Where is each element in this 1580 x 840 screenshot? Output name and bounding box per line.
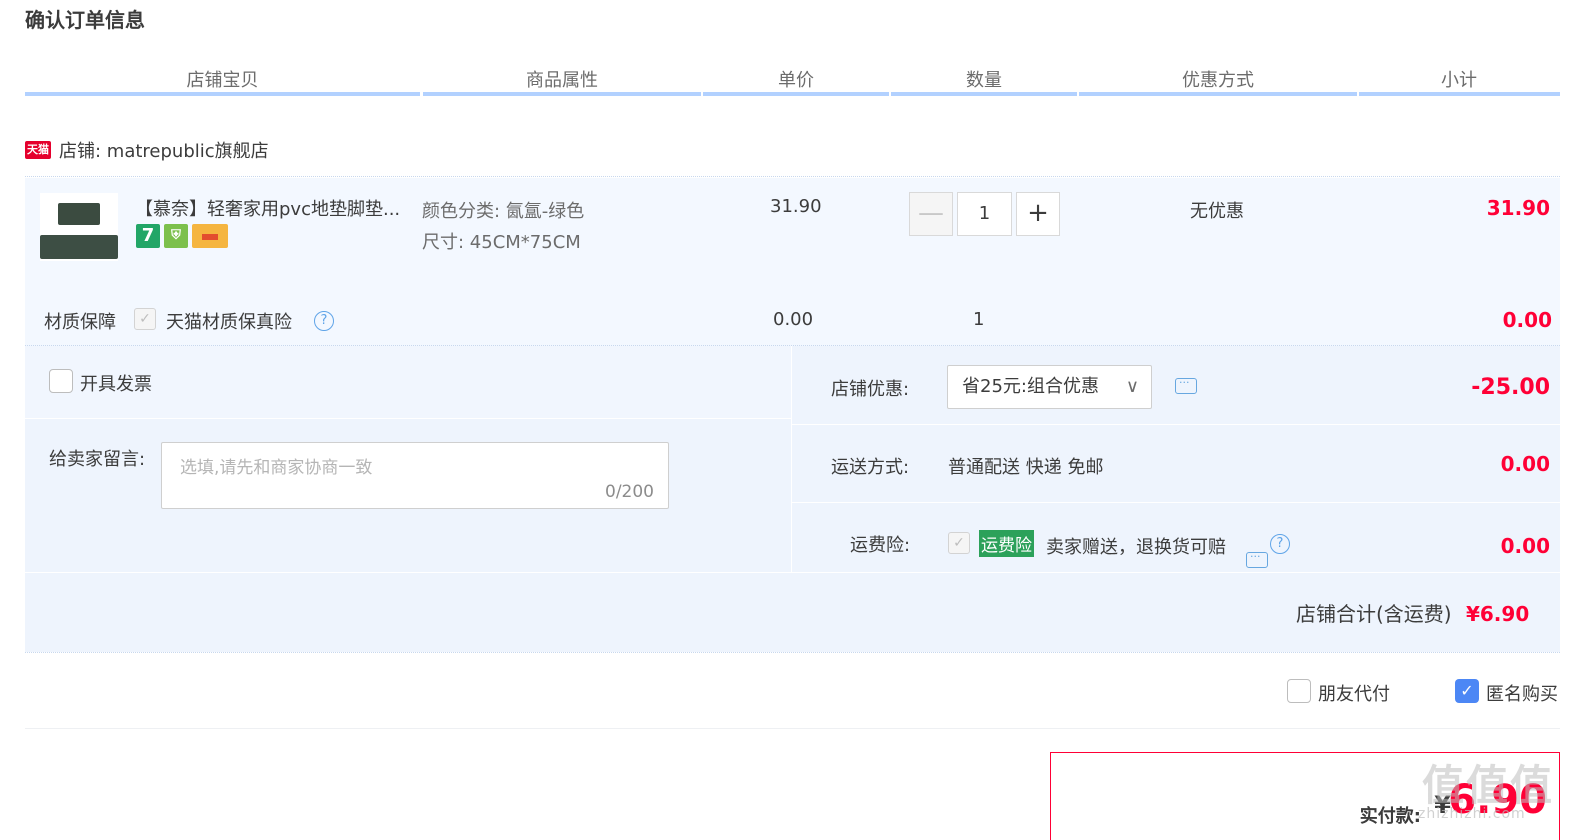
quantity-input[interactable]: 1 — [957, 192, 1012, 236]
quantity-stepper: — 1 + — [909, 192, 1060, 236]
insurance-name: 天猫材质保真险 — [166, 312, 292, 333]
product-title-link[interactable]: 【慕奈】轻奢家用pvc地垫脚垫... — [135, 195, 400, 221]
divider — [25, 728, 1560, 729]
divider — [25, 572, 1560, 573]
anonymous-checkbox[interactable]: ✓ — [1455, 679, 1479, 703]
friend-pay-checkbox[interactable] — [1287, 679, 1311, 703]
item-subtotal: 31.90 — [1486, 196, 1550, 220]
invoice-checkbox[interactable] — [49, 369, 73, 393]
header-divider — [1079, 92, 1357, 96]
shop-discount-amount: -25.00 — [1471, 375, 1550, 400]
decrease-quantity-button[interactable]: — — [909, 192, 953, 236]
shop-total-label: 店铺合计(含运费) — [1296, 602, 1452, 626]
friend-pay-label: 朋友代付 — [1318, 684, 1390, 705]
column-header-quantity: 数量 — [966, 70, 1002, 91]
column-header-unit-price: 单价 — [778, 70, 814, 91]
insurance-price: 0.00 — [773, 309, 814, 330]
card-badge-icon[interactable] — [192, 224, 228, 248]
invoice-label: 开具发票 — [80, 374, 152, 395]
insurance-quantity: 1 — [973, 309, 985, 330]
shop-name-link[interactable]: 店铺: matrepublic旗舰店 — [59, 137, 269, 163]
message-label: 给卖家留言: — [49, 449, 146, 470]
discount-method: 无优惠 — [1190, 201, 1244, 222]
shipping-label: 运送方式: — [831, 457, 910, 478]
help-icon[interactable]: ? — [314, 311, 334, 331]
divider — [25, 176, 1560, 177]
message-input[interactable]: 选填,请先和商家协商一致 0/200 — [161, 442, 669, 509]
shipping-amount: 0.00 — [1500, 452, 1550, 476]
shop-discount-select[interactable]: 省25元:组合优惠 ∨ — [947, 365, 1152, 409]
column-header-subtotal: 小计 — [1441, 70, 1477, 91]
increase-quantity-button[interactable]: + — [1016, 192, 1060, 236]
insurance-label: 材质保障 — [44, 312, 116, 333]
column-header-attributes: 商品属性 — [526, 70, 598, 91]
service-badges: 7 ⛨ — [136, 224, 228, 248]
column-header-item: 店铺宝贝 — [186, 70, 259, 91]
freight-insurance-tag: 运费险 — [979, 530, 1034, 557]
message-char-count: 0/200 — [605, 482, 654, 502]
divider — [791, 346, 792, 572]
color-attribute: 颜色分类: 氤氲-绿色 — [422, 201, 585, 222]
tmall-logo-icon: 天猫 — [25, 141, 51, 159]
chat-icon[interactable] — [1175, 373, 1197, 394]
chat-icon[interactable] — [1246, 547, 1268, 568]
watermark-logo: 值值值 — [1422, 761, 1555, 810]
header-divider — [25, 92, 420, 96]
header-divider — [703, 92, 889, 96]
anonymous-label: 匿名购买 — [1486, 684, 1558, 705]
size-attribute: 尺寸: 45CM*75CM — [422, 232, 581, 253]
freight-insurance-desc: 卖家赠送，退换货可赔 — [1046, 537, 1226, 558]
help-icon[interactable]: ? — [1270, 534, 1290, 554]
header-divider — [891, 92, 1077, 96]
divider — [792, 424, 1560, 425]
product-thumbnail[interactable] — [40, 193, 118, 261]
header-divider — [423, 92, 701, 96]
shipping-method: 普通配送 快递 免邮 — [948, 457, 1104, 478]
header-divider — [1359, 92, 1560, 96]
payment-label: 实付款: — [1359, 806, 1421, 827]
column-header-discount: 优惠方式 — [1182, 70, 1254, 91]
freight-insurance-checkbox[interactable]: ✓ — [948, 532, 970, 554]
shop-discount-label: 店铺优惠: — [831, 379, 910, 400]
shop-header: 天猫 店铺: matrepublic旗舰店 — [25, 137, 269, 163]
shop-total-amount: ¥6.90 — [1465, 602, 1530, 626]
message-placeholder: 选填,请先和商家协商一致 — [180, 458, 373, 478]
unit-price: 31.90 — [770, 196, 822, 217]
shop-total: 店铺合计(含运费) ¥6.90 — [1296, 598, 1529, 627]
shield-badge-icon[interactable]: ⛨ — [164, 224, 188, 248]
divider — [792, 502, 1560, 503]
divider — [25, 652, 1560, 653]
chevron-down-icon: ∨ — [1125, 376, 1139, 397]
divider — [25, 418, 791, 419]
insurance-checkbox[interactable]: ✓ — [134, 308, 156, 330]
shop-discount-value: 省25元:组合优惠 — [962, 376, 1099, 397]
watermark-site: zhizhizhi.com — [1418, 806, 1526, 822]
page-title: 确认订单信息 — [25, 8, 145, 32]
insurance-subtotal: 0.00 — [1502, 308, 1552, 332]
freight-insurance-label: 运费险: — [850, 535, 911, 556]
freight-insurance-amount: 0.00 — [1500, 534, 1550, 558]
seven-day-return-icon[interactable]: 7 — [136, 224, 160, 248]
